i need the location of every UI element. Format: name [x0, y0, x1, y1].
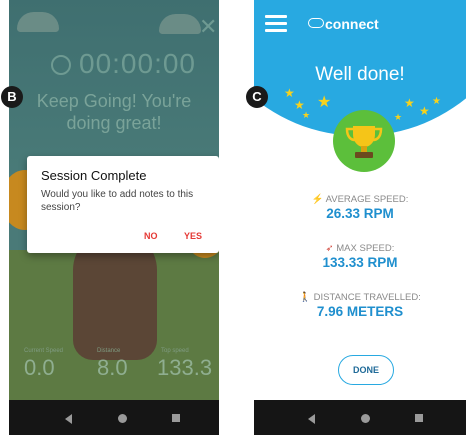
top-speed-label: Top speed [161, 348, 189, 354]
left-phone-screen: ✕ 00:00:00 Keep Going! You're doing grea… [9, 0, 219, 435]
encouragement-message: Keep Going! You're doing great! [36, 91, 192, 133]
star-icon: ★ [394, 112, 403, 122]
done-button[interactable]: DONE [338, 355, 394, 385]
walker-icon: 🚶 [299, 292, 312, 303]
menu-icon[interactable] [265, 15, 287, 36]
right-phone-screen: connect Well done! ★ ★ ★ ★ ★ ★ ★ ★ ⚡ AVE… [254, 0, 466, 435]
cloud-decoration [159, 14, 201, 34]
top-speed-value: 133.3 [157, 355, 213, 380]
back-icon[interactable] [65, 414, 72, 424]
star-icon: ★ [404, 96, 415, 110]
home-icon[interactable] [118, 414, 127, 423]
rocket-icon: ➶ [325, 243, 334, 254]
star-icon: ★ [432, 96, 441, 107]
brand-logo: connect [325, 16, 379, 32]
close-icon[interactable]: ✕ [199, 14, 217, 40]
connect-logo-icon [308, 18, 324, 28]
no-button[interactable]: NO [144, 231, 158, 241]
average-speed-label: AVERAGE SPEED: [325, 194, 409, 205]
star-icon: ★ [302, 110, 311, 120]
android-nav-bar [9, 400, 219, 435]
dialog-message: Would you like to add notes to this sess… [41, 189, 194, 213]
back-icon[interactable] [308, 414, 315, 424]
distance-value: 8.0 [97, 355, 128, 380]
screen-label-badge: B [1, 86, 23, 108]
dialog-title: Session Complete [41, 168, 147, 183]
max-speed-stat: ➶ MAX SPEED: 133.33 RPM [254, 243, 466, 270]
distance-label: Distance [97, 348, 121, 354]
session-complete-dialog: Session Complete Would you like to add n… [27, 156, 219, 253]
current-speed-label: Current Speed [24, 348, 64, 354]
current-speed-value: 0.0 [24, 355, 55, 380]
trophy-badge [333, 110, 395, 172]
distance-label: DISTANCE TRAVELLED: [313, 292, 421, 303]
star-icon: ★ [419, 104, 430, 118]
max-speed-value: 133.33 RPM [322, 255, 398, 270]
session-timer: 00:00:00 [79, 48, 196, 79]
screen-label-badge: C [246, 86, 268, 108]
lightning-icon: ⚡ [311, 194, 324, 205]
trophy-icon [345, 126, 383, 158]
average-speed-stat: ⚡ AVERAGE SPEED: 26.33 RPM [254, 194, 466, 221]
stopwatch-icon [51, 55, 71, 75]
distance-value: 7.96 METERS [316, 304, 404, 319]
max-speed-label: MAX SPEED: [336, 243, 395, 254]
well-done-heading: Well done! [315, 64, 405, 85]
home-icon[interactable] [361, 414, 370, 423]
recents-icon[interactable] [415, 414, 423, 422]
recents-icon[interactable] [172, 414, 180, 422]
cloud-decoration [17, 12, 59, 32]
android-nav-bar [254, 400, 466, 435]
yes-button[interactable]: YES [184, 231, 202, 241]
distance-stat: 🚶 DISTANCE TRAVELLED: 7.96 METERS [254, 292, 466, 319]
star-icon: ★ [317, 94, 332, 111]
average-speed-value: 26.33 RPM [326, 206, 394, 221]
